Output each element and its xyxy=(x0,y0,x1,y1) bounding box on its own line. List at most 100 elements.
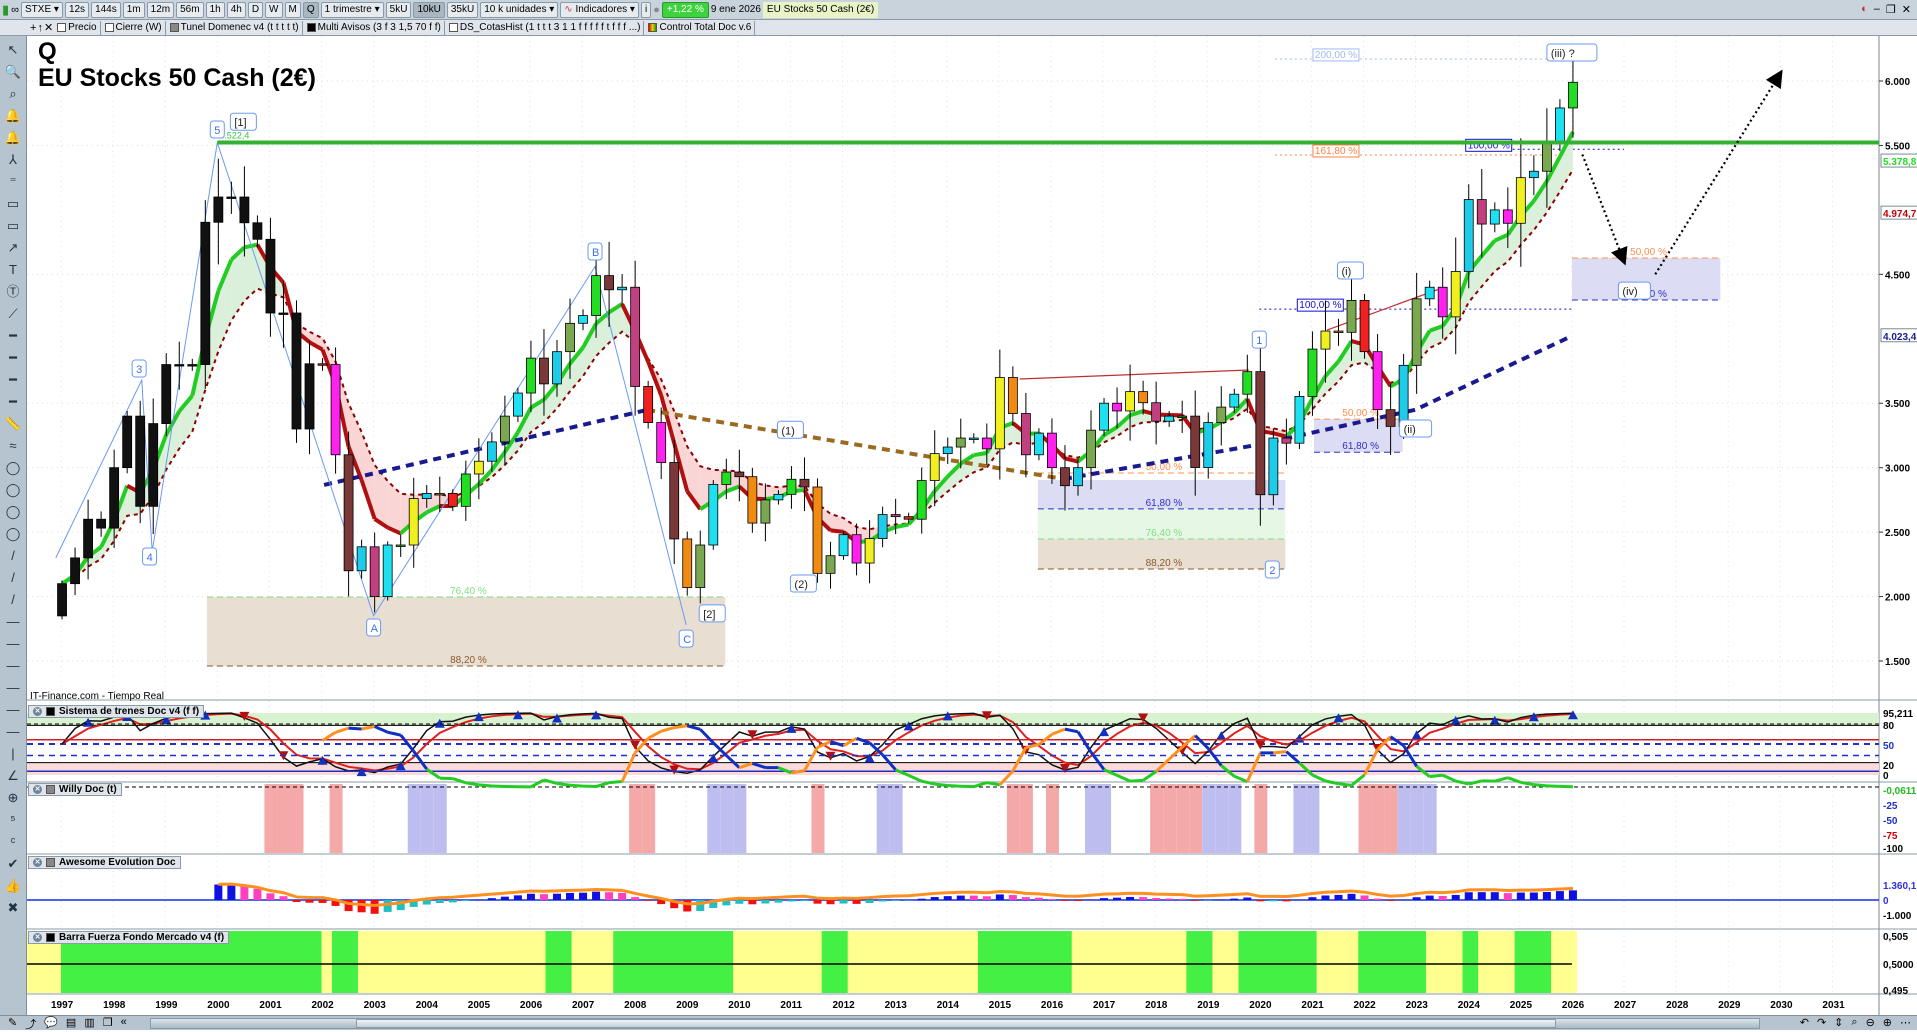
study-0[interactable]: Precio xyxy=(54,21,100,35)
pattern-icon[interactable]: ≈ xyxy=(9,436,16,455)
unit-10kU[interactable]: 10kU xyxy=(413,2,444,18)
study-2[interactable]: Tunel Domenec v4 (t t t t t) xyxy=(167,21,303,35)
hline-red-icon[interactable]: — xyxy=(7,678,20,697)
text-bubble-icon[interactable]: Ⓣ xyxy=(6,282,19,301)
study-3[interactable]: Multi Avisos (3 f 3 1,5 70 f f) xyxy=(304,21,445,35)
ellipse-green-icon[interactable]: ◯ xyxy=(6,502,21,521)
more-icon[interactable]: ⋯ xyxy=(1900,1016,1911,1029)
ellipse-brown-icon[interactable]: ◯ xyxy=(6,480,21,499)
unit-5kU[interactable]: 5kU xyxy=(386,2,412,18)
timeframe-4h[interactable]: 4h xyxy=(227,2,246,18)
hline-blue-icon[interactable]: — xyxy=(7,700,20,719)
close-panel-icon[interactable]: ✕ xyxy=(33,707,42,716)
ellipse-red-icon[interactable]: ◯ xyxy=(6,458,21,477)
study-1[interactable]: Cierre (W) xyxy=(102,21,166,35)
timeframe-12m[interactable]: 12m xyxy=(147,2,174,18)
trend-black-icon[interactable]: / xyxy=(11,546,15,565)
info-button[interactable]: i xyxy=(641,2,651,18)
scrollbar-thumb[interactable] xyxy=(356,1019,1556,1028)
wave-label: (iv) xyxy=(1622,286,1637,298)
willy-band xyxy=(1202,784,1215,853)
hline-green-icon[interactable]: — xyxy=(7,656,20,675)
study-swatch xyxy=(449,23,458,32)
candle-body xyxy=(1555,108,1564,142)
restore-icon[interactable]: ❐ xyxy=(1886,3,1896,16)
timeframe-1m[interactable]: 1m xyxy=(123,2,145,18)
undo-icon[interactable]: ↶ xyxy=(1800,1016,1809,1029)
close-panel-icon[interactable]: ✕ xyxy=(33,858,42,867)
alert-icon[interactable]: 🔔 xyxy=(5,106,21,125)
segment-icon[interactable]: ⟋ xyxy=(8,304,17,323)
trend-red-icon[interactable]: / xyxy=(11,590,15,609)
ruler-icon[interactable]: 📏 xyxy=(5,414,21,433)
vline-icon[interactable]: | xyxy=(11,744,14,763)
wave-label: [2] xyxy=(703,609,715,621)
timeframe-W[interactable]: W xyxy=(265,2,282,18)
hline-navy-icon[interactable]: — xyxy=(7,722,20,741)
chart-canvas[interactable]: 6.0005.5004.5003.5003.0002.5002.0001.500… xyxy=(0,0,1917,1030)
horizontal-scrollbar[interactable] xyxy=(150,1018,1760,1029)
main-toolbar: ▮ ∞ STXE ▾ 12s144s1m12m56m1h4hDWMQ 1 tri… xyxy=(0,0,1917,20)
close-panel-icon[interactable]: ✕ xyxy=(33,933,42,942)
thumbs-up-icon[interactable]: 👍 xyxy=(5,876,21,895)
move-up-icon[interactable]: ↑ xyxy=(37,22,43,34)
chart-type-icon[interactable]: ▮ xyxy=(2,2,9,18)
line-green3-icon[interactable]: ━ xyxy=(9,370,17,389)
add-study-icon[interactable]: + xyxy=(30,22,36,34)
timeframe-1h[interactable]: 1h xyxy=(206,2,225,18)
fib-h-icon[interactable]: ⁼ xyxy=(10,172,17,191)
fib-icon[interactable]: ⅄ xyxy=(9,150,17,169)
alarm-icon[interactable]: 🔔 xyxy=(5,128,21,147)
rect-blue-icon[interactable]: ▭ xyxy=(7,194,19,213)
ellipse-lime-icon[interactable]: ◯ xyxy=(6,524,21,543)
timeframe-Q[interactable]: Q xyxy=(303,2,319,18)
check-icon[interactable]: ✔ xyxy=(8,854,19,873)
unit-35kU[interactable]: 35kU xyxy=(447,2,478,18)
zoom-in-icon[interactable]: ⊕ xyxy=(1883,1016,1892,1029)
elliott-abc-icon[interactable]: ᶜ xyxy=(11,832,16,851)
arrow-icon[interactable]: ↗ xyxy=(8,238,19,257)
symbol-select[interactable]: STXE ▾ xyxy=(21,2,63,18)
indicators-button[interactable]: ∿ Indicadores ▾ xyxy=(560,2,639,18)
hline-pink-icon[interactable]: — xyxy=(7,634,20,653)
study-4[interactable]: DS_CotasHist (1 t t t 3 1 1 f f f f f t … xyxy=(446,21,645,35)
minimize-icon[interactable]: – xyxy=(1874,3,1880,16)
circle-plus-icon[interactable]: ⊕ xyxy=(8,788,19,807)
autoscale-icon[interactable]: ⇕ xyxy=(1834,1016,1843,1029)
close-panel-icon[interactable]: ✕ xyxy=(33,785,42,794)
hline-black-icon[interactable]: — xyxy=(7,612,20,631)
zoom-out-icon[interactable]: ⊖ xyxy=(1866,1016,1875,1029)
zoom-icon[interactable]: 🔍 xyxy=(5,62,21,81)
candle-body xyxy=(500,416,509,442)
line-green2-icon[interactable]: ━ xyxy=(9,348,17,367)
units-select[interactable]: 10 k unidades ▾ xyxy=(480,2,558,18)
timeframe-D[interactable]: D xyxy=(248,2,263,18)
link-icon[interactable]: ∞ xyxy=(11,4,19,16)
line-red-icon[interactable]: ━ xyxy=(9,392,17,411)
timeframe-56m[interactable]: 56m xyxy=(176,2,203,18)
panel-header-sistema[interactable]: ✕Sistema de trenes Doc v4 (f f) xyxy=(28,705,204,718)
panel-header-awesome[interactable]: ✕Awesome Evolution Doc xyxy=(28,856,181,869)
close-icon[interactable]: ✕ xyxy=(1902,3,1911,16)
panel-header-barra[interactable]: ✕Barra Fuerza Fondo Mercado v4 (f) xyxy=(28,931,229,944)
text-icon[interactable]: T xyxy=(9,260,17,279)
elliott-impulse-icon[interactable]: ⁵ xyxy=(10,810,15,829)
redo-icon[interactable]: ↷ xyxy=(1817,1016,1826,1029)
histogram-bar xyxy=(462,900,470,901)
timeframe-144s[interactable]: 144s xyxy=(91,2,121,18)
rect-red-icon[interactable]: ▭ xyxy=(7,216,19,235)
timeframe-M[interactable]: M xyxy=(285,2,301,18)
zoom-fit-icon[interactable]: ⌕ xyxy=(1851,1016,1857,1029)
timeframe-12s[interactable]: 12s xyxy=(65,2,89,18)
zoom-area-icon[interactable]: ⌕ xyxy=(9,84,16,103)
panel-header-willy[interactable]: ✕Willy Doc (t) xyxy=(28,783,122,796)
trend-green-icon[interactable]: / xyxy=(11,568,15,587)
study-5[interactable]: Control Total Doc v.6 xyxy=(645,21,755,35)
remove-icon[interactable]: ✕ xyxy=(44,21,53,34)
period-select[interactable]: 1 trimestre ▾ xyxy=(321,2,384,18)
delete-icon[interactable]: ✖ xyxy=(8,898,19,917)
line-green-icon[interactable]: ━ xyxy=(9,326,17,345)
settings-icon[interactable]: ◐ xyxy=(1861,3,1868,16)
cursor-icon[interactable]: ↖ xyxy=(8,40,19,59)
angle-icon[interactable]: ∠ xyxy=(7,766,19,785)
